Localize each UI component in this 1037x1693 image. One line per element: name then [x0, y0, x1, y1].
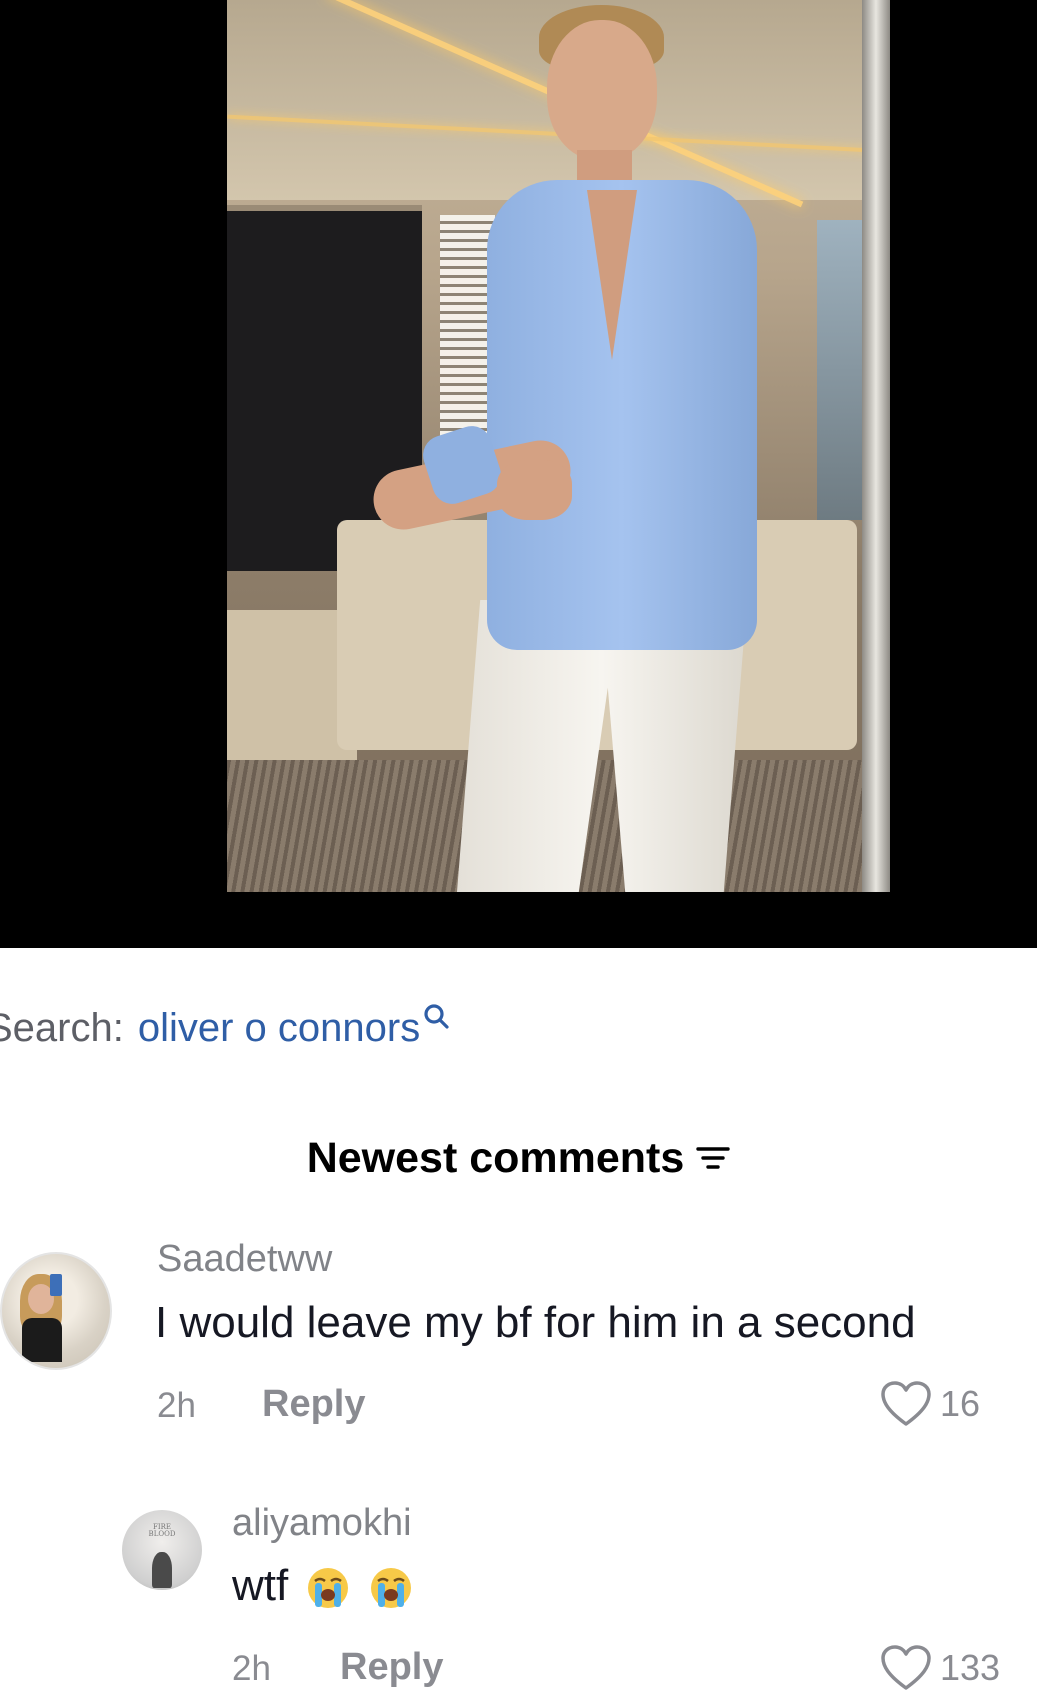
search-suggestion[interactable]: Search: oliver o connors: [0, 1003, 450, 1053]
loudly-crying-face-icon: [370, 1568, 411, 1609]
avatar[interactable]: [0, 1252, 112, 1370]
avatar[interactable]: FIRE BLOOD: [122, 1510, 202, 1590]
reply-button[interactable]: Reply: [262, 1383, 365, 1426]
comment-text: I would leave my bf for him in a second: [155, 1298, 916, 1347]
heart-icon[interactable]: [880, 1380, 932, 1428]
filter-icon[interactable]: [696, 1143, 730, 1173]
comments-sort-header[interactable]: Newest comments: [0, 1128, 1037, 1188]
like-count: 16: [940, 1383, 981, 1424]
search-query-link[interactable]: oliver o connors: [138, 1006, 420, 1051]
comment-text: wtf: [232, 1561, 289, 1610]
search-icon[interactable]: [422, 1002, 450, 1030]
person-head: [547, 20, 657, 160]
avatar-figure: [152, 1552, 172, 1588]
heart-icon[interactable]: [880, 1644, 932, 1692]
comment-username[interactable]: aliyamokhi: [232, 1502, 412, 1545]
loudly-crying-face-icon: [308, 1568, 349, 1609]
like-button[interactable]: 16: [880, 1380, 980, 1428]
comment-timestamp: 2h: [157, 1386, 196, 1425]
like-count: 133: [940, 1647, 1001, 1688]
search-label: Search:: [0, 1005, 124, 1050]
like-button[interactable]: 133: [880, 1644, 1000, 1692]
comment-timestamp: 2h: [232, 1649, 271, 1688]
person-hand: [497, 460, 572, 520]
video-player[interactable]: [0, 0, 1037, 948]
avatar-clothing: [22, 1318, 62, 1362]
comment-username[interactable]: Saadetww: [157, 1238, 332, 1281]
comment-text-row: wtf: [232, 1561, 413, 1611]
video-pole: [862, 0, 890, 892]
video-frame[interactable]: [227, 0, 890, 892]
comments-sort-title: Newest comments: [306, 1133, 685, 1182]
avatar-text: FIRE BLOOD: [148, 1523, 176, 1538]
avatar-phone: [50, 1274, 62, 1296]
reply-button[interactable]: Reply: [340, 1646, 443, 1689]
